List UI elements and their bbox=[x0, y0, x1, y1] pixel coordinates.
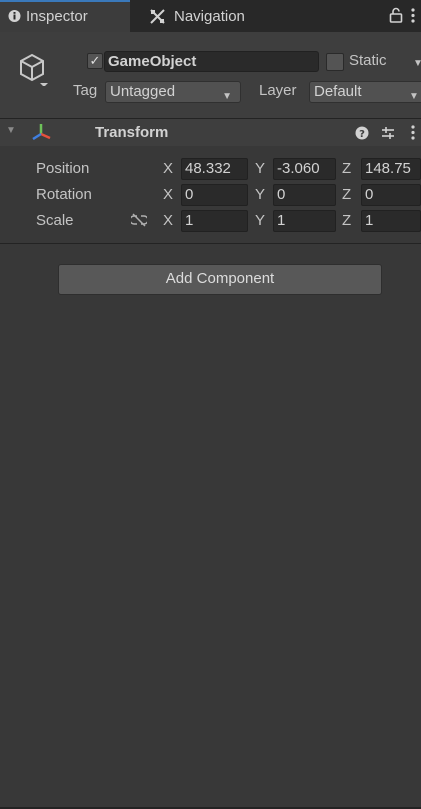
position-z-field[interactable]: 148.75 bbox=[361, 158, 421, 180]
foldout-arrow-icon[interactable]: ▼ bbox=[6, 125, 16, 136]
tag-value: Untagged bbox=[110, 83, 176, 100]
position-x-axis-label[interactable]: X bbox=[163, 160, 173, 177]
active-checkbox[interactable]: ✓ bbox=[87, 53, 103, 69]
scale-y-axis-label[interactable]: Y bbox=[255, 212, 265, 229]
scale-x-field[interactable]: 1 bbox=[181, 210, 248, 232]
rotation-z-axis-label[interactable]: Z bbox=[342, 186, 351, 203]
layer-dropdown[interactable]: Default ▼ bbox=[309, 81, 421, 103]
checkmark-icon: ✓ bbox=[89, 53, 101, 68]
link-broken-icon[interactable] bbox=[129, 213, 149, 231]
static-dropdown-caret[interactable]: ▼ bbox=[413, 58, 421, 69]
rotation-x-field[interactable]: 0 bbox=[181, 184, 248, 206]
tab-navigation[interactable]: Navigation bbox=[150, 0, 280, 32]
chevron-down-icon: ▼ bbox=[409, 91, 419, 102]
position-y-axis-label[interactable]: Y bbox=[255, 160, 265, 177]
scale-z-axis-label[interactable]: Z bbox=[342, 212, 351, 229]
static-checkbox[interactable] bbox=[326, 53, 344, 71]
tab-inspector-label: Inspector bbox=[26, 8, 88, 25]
info-icon bbox=[8, 8, 21, 28]
rotation-y-axis-label[interactable]: Y bbox=[255, 186, 265, 203]
add-component-button[interactable]: Add Component bbox=[58, 264, 382, 295]
position-label: Position bbox=[36, 160, 90, 177]
scale-y-field[interactable]: 1 bbox=[273, 210, 336, 232]
tag-dropdown[interactable]: Untagged ▼ bbox=[105, 81, 241, 103]
active-tab-indicator bbox=[0, 0, 130, 2]
static-label: Static bbox=[349, 52, 387, 69]
transform-axes-icon bbox=[32, 122, 52, 144]
navigation-icon bbox=[150, 9, 165, 28]
cube-icon bbox=[19, 52, 49, 90]
position-z-axis-label[interactable]: Z bbox=[342, 160, 351, 177]
layer-value: Default bbox=[314, 83, 362, 100]
kebab-menu-icon[interactable] bbox=[411, 8, 415, 27]
scale-x-axis-label[interactable]: X bbox=[163, 212, 173, 229]
divider bbox=[0, 243, 421, 244]
scale-z-field[interactable]: 1 bbox=[361, 210, 421, 232]
svg-text:?: ? bbox=[359, 129, 365, 140]
position-y-field[interactable]: -3.060 bbox=[273, 158, 336, 180]
lock-icon[interactable] bbox=[389, 7, 403, 27]
rotation-label: Rotation bbox=[36, 186, 92, 203]
layer-label: Layer bbox=[259, 82, 297, 99]
help-icon[interactable]: ? bbox=[355, 126, 369, 144]
gameobject-name-field[interactable]: GameObject bbox=[104, 51, 319, 72]
transform-title: Transform bbox=[95, 124, 169, 141]
rotation-x-axis-label[interactable]: X bbox=[163, 186, 173, 203]
tab-inspector[interactable]: Inspector bbox=[0, 0, 130, 32]
tag-label: Tag bbox=[73, 82, 98, 99]
chevron-down-icon: ▼ bbox=[222, 91, 232, 102]
scale-label: Scale bbox=[36, 212, 74, 229]
rotation-y-field[interactable]: 0 bbox=[273, 184, 336, 206]
kebab-menu-icon[interactable] bbox=[411, 125, 415, 144]
tab-navigation-label: Navigation bbox=[174, 8, 245, 25]
rotation-z-field[interactable]: 0 bbox=[361, 184, 421, 206]
position-x-field[interactable]: 48.332 bbox=[181, 158, 248, 180]
gameobject-header bbox=[0, 32, 421, 118]
preset-icon[interactable] bbox=[381, 126, 395, 144]
